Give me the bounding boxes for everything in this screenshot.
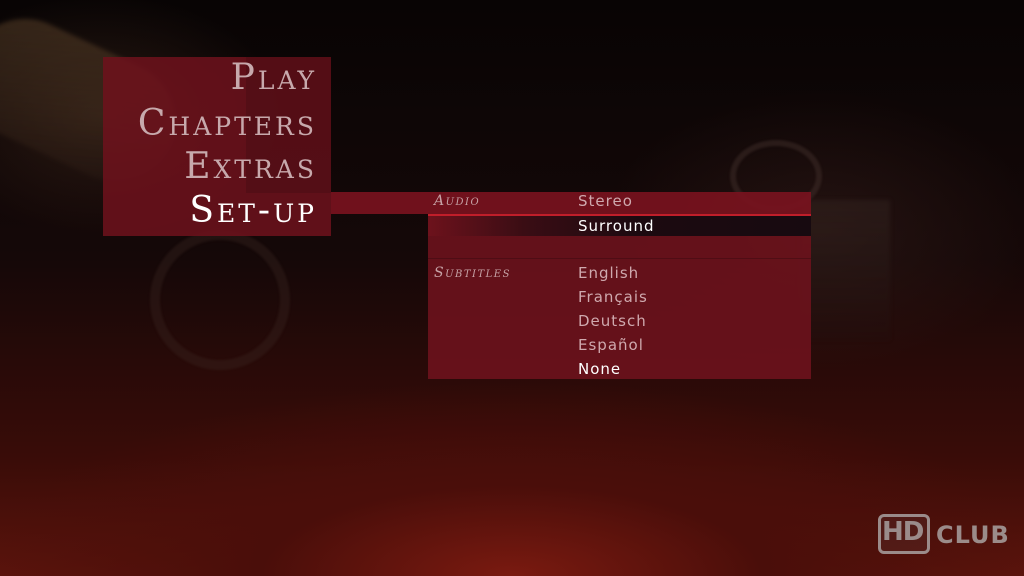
subtitle-option-none[interactable]: None: [578, 359, 621, 379]
menu-item-setup[interactable]: Set-up: [189, 191, 317, 231]
menu-item-chapters[interactable]: Chapters: [138, 104, 317, 144]
club-logo-text: CLUB: [936, 521, 1010, 549]
hdclub-watermark-logo: HD CLUB: [878, 514, 1010, 556]
subtitle-option-deutsch[interactable]: Deutsch: [578, 311, 647, 331]
audio-option-stereo[interactable]: Stereo: [578, 191, 633, 211]
menu-item-extras[interactable]: Extras: [184, 147, 317, 187]
subtitles-section-label: Subtitles: [434, 265, 511, 281]
section-separator: [428, 258, 811, 259]
setup-highlight-bar: [331, 192, 811, 214]
hd-logo-text: HD: [882, 517, 924, 547]
audio-section-label: Audio: [434, 193, 481, 209]
background-frame-right: [800, 200, 890, 340]
subtitle-option-espanol[interactable]: Español: [578, 335, 644, 355]
background-wheel: [150, 230, 290, 370]
subtitle-option-francais[interactable]: Français: [578, 287, 648, 307]
audio-option-surround[interactable]: Surround: [578, 216, 654, 236]
subtitle-option-english[interactable]: English: [578, 263, 639, 283]
menu-item-play[interactable]: Play: [231, 58, 317, 98]
